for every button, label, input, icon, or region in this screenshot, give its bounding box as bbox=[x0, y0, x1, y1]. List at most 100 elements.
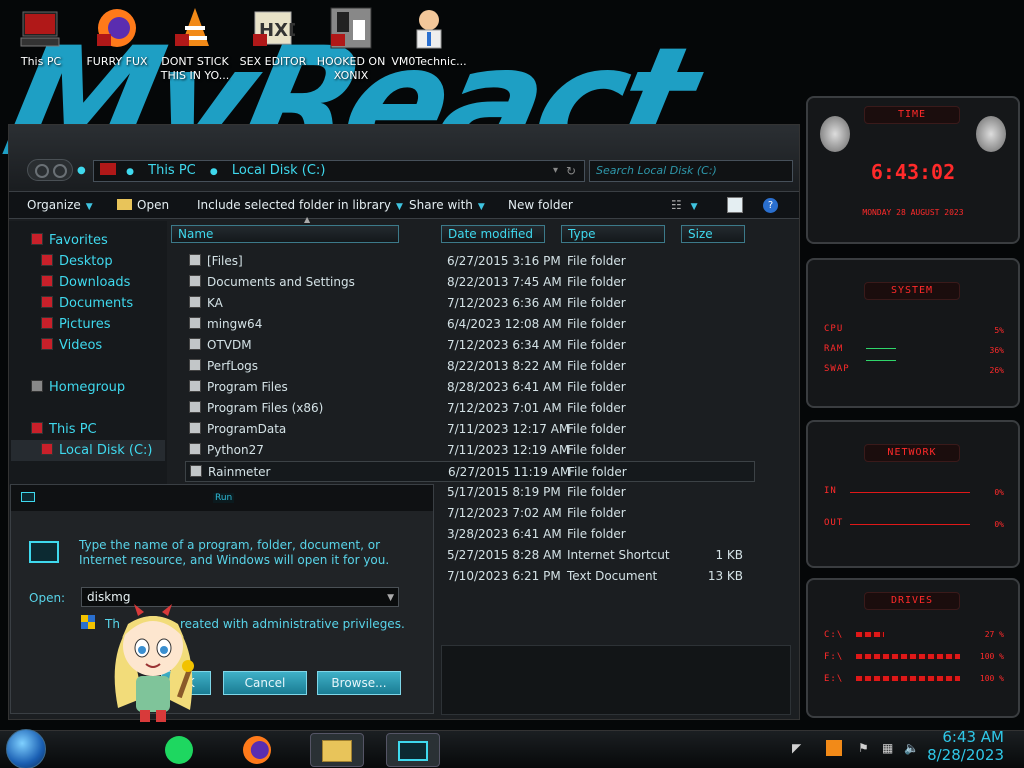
taskbar-explorer[interactable] bbox=[310, 733, 364, 767]
desktop-icon-this-pc[interactable]: This PC bbox=[2, 6, 80, 92]
drive-e-bar bbox=[856, 676, 960, 681]
open-label: Open bbox=[137, 198, 170, 212]
chevron-down-icon: ▼ bbox=[477, 202, 485, 212]
nav-label: Local Disk (C:) bbox=[59, 443, 153, 458]
network-icon[interactable]: ▦ bbox=[882, 741, 893, 755]
desktop-icon-vm0technic[interactable]: VM0Technic... bbox=[390, 6, 468, 92]
breadcrumb-local-disk[interactable]: Local Disk (C:) bbox=[232, 163, 325, 178]
desktop-icon-label: FURRY FUX bbox=[86, 55, 148, 68]
nav-videos[interactable]: Videos bbox=[41, 338, 102, 353]
file-date: 6/27/2015 3:16 PM bbox=[447, 254, 561, 268]
nav-this-pc[interactable]: This PC bbox=[31, 422, 97, 437]
file-row[interactable]: PerfLogs 8/22/2013 8:22 AM File folder bbox=[185, 356, 755, 377]
organize-label: Organize bbox=[27, 198, 81, 212]
nav-downloads[interactable]: Downloads bbox=[41, 275, 130, 290]
nav-favorites[interactable]: Favorites bbox=[31, 233, 108, 248]
nav-documents[interactable]: Documents bbox=[41, 296, 133, 311]
new-folder-button[interactable]: New folder bbox=[508, 198, 573, 212]
back-forward-buttons[interactable] bbox=[27, 159, 73, 181]
file-name: Program Files bbox=[207, 380, 288, 394]
desktop-icon-furry-fux[interactable]: FURRY FUX bbox=[78, 6, 156, 92]
search-input[interactable]: Search Local Disk (C:) bbox=[589, 160, 793, 182]
computer-icon bbox=[31, 422, 43, 434]
show-hidden-icons-icon[interactable]: ◤ bbox=[792, 741, 801, 755]
command-bar: Organize ▼ Open Include selected folder i… bbox=[9, 191, 799, 219]
nav-local-disk[interactable]: Local Disk (C:) bbox=[11, 440, 165, 461]
preview-pane-icon[interactable] bbox=[727, 197, 743, 213]
refresh-icon[interactable]: ↻ bbox=[566, 161, 576, 181]
file-row[interactable]: OTVDM 7/12/2023 6:34 AM File folder bbox=[185, 335, 755, 356]
file-row[interactable]: Program Files (x86) 7/12/2023 7:01 AM File… bbox=[185, 398, 755, 419]
drive-icon bbox=[41, 443, 53, 455]
homegroup-icon bbox=[31, 380, 43, 392]
nav-homegroup[interactable]: Homegroup bbox=[31, 380, 125, 395]
view-options-icon[interactable]: ☷ ▼ bbox=[671, 198, 698, 212]
taskbar: ◤ ⚑ ▦ 🔈 6:43 AM 8/28/2023 bbox=[0, 728, 1024, 768]
folder-icon bbox=[190, 465, 202, 477]
downloads-icon bbox=[41, 275, 53, 287]
browse-button[interactable]: Browse... bbox=[317, 671, 401, 695]
file-date: 8/22/2013 7:45 AM bbox=[447, 275, 562, 289]
taskbar-clock[interactable]: 6:43 AM 8/28/2023 bbox=[927, 728, 1004, 764]
breadcrumb-this-pc[interactable]: This PC bbox=[148, 163, 196, 178]
file-row[interactable]: ProgramData 7/11/2023 12:17 AM File folder bbox=[185, 419, 755, 440]
file-name: ProgramData bbox=[207, 422, 287, 436]
file-row[interactable]: mingw64 6/4/2023 12:08 AM File folder bbox=[185, 314, 755, 335]
address-bar[interactable]: ● This PC ● Local Disk (C:) ▾ ↻ bbox=[93, 160, 585, 182]
desktop-icon-dont-stick[interactable]: DONT STICK THIS IN YO... bbox=[156, 6, 234, 92]
column-type[interactable]: Type bbox=[561, 225, 665, 243]
start-orb-button[interactable] bbox=[6, 729, 46, 768]
volume-icon[interactable]: 🔈 bbox=[904, 741, 919, 755]
cancel-button[interactable]: Cancel bbox=[223, 671, 307, 695]
in-label: IN bbox=[824, 486, 837, 496]
column-size[interactable]: Size bbox=[681, 225, 745, 243]
app-tray-icon[interactable] bbox=[826, 740, 842, 756]
run-title: Run bbox=[213, 493, 235, 503]
taskbar-run[interactable] bbox=[386, 733, 440, 767]
file-name: PerfLogs bbox=[207, 359, 259, 373]
desktop-icon-sex-editor[interactable]: HXD SEX EDITOR bbox=[234, 6, 312, 92]
taskbar-firefox[interactable] bbox=[230, 733, 284, 767]
run-icon bbox=[398, 741, 428, 761]
file-type: File folder bbox=[568, 465, 627, 479]
file-row[interactable]: [Files] 6/27/2015 3:16 PM File folder bbox=[185, 251, 755, 272]
open-button[interactable]: Open bbox=[117, 198, 169, 212]
organize-button[interactable]: Organize ▼ bbox=[27, 198, 93, 212]
drive-f-value: 100 % bbox=[979, 652, 1004, 661]
nav-desktop[interactable]: Desktop bbox=[41, 254, 113, 269]
column-name[interactable]: Name bbox=[171, 225, 399, 243]
run-icon bbox=[21, 492, 35, 502]
computer-icon bbox=[100, 163, 116, 175]
chevron-down-icon[interactable]: ▼ bbox=[387, 589, 394, 607]
chevron-right-icon: ● bbox=[126, 167, 134, 177]
chevron-down-icon[interactable]: ▾ bbox=[553, 161, 558, 181]
help-icon[interactable]: ? bbox=[763, 198, 778, 213]
file-row[interactable]: Documents and Settings 8/22/2013 7:45 AM F… bbox=[185, 272, 755, 293]
file-type: File folder bbox=[567, 359, 626, 373]
desktop-icon-label: VM0Technic... bbox=[391, 55, 467, 68]
ram-graph bbox=[866, 348, 896, 349]
taskbar-spotify[interactable] bbox=[152, 733, 206, 767]
share-with-button[interactable]: Share with ▼ bbox=[409, 198, 485, 212]
nav-label: Pictures bbox=[59, 317, 111, 332]
file-row[interactable]: Program Files 8/28/2023 6:41 AM File folde… bbox=[185, 377, 755, 398]
file-date: 7/10/2023 6:21 PM bbox=[447, 569, 561, 583]
drive-c-label: C:\ bbox=[824, 630, 844, 640]
run-titlebar[interactable]: Run bbox=[11, 485, 433, 511]
file-row[interactable]: Rainmeter 6/27/2015 11:19 AM File folder bbox=[185, 461, 755, 482]
swap-value: 26% bbox=[989, 366, 1004, 375]
column-date[interactable]: Date modified bbox=[441, 225, 545, 243]
in-value: 0% bbox=[994, 488, 1004, 497]
person-icon bbox=[407, 6, 451, 50]
file-row[interactable]: Python27 7/11/2023 12:19 AM File folder bbox=[185, 440, 755, 461]
run-dialog: Run Type the name of a program, folder, … bbox=[10, 484, 434, 714]
include-label: Include selected folder in library bbox=[197, 198, 391, 212]
file-date: 3/28/2023 6:41 AM bbox=[447, 527, 562, 541]
nav-pictures[interactable]: Pictures bbox=[41, 317, 110, 332]
desktop-icon-xonix[interactable]: HOOKED ON XONIX bbox=[312, 6, 390, 92]
computer-icon bbox=[19, 6, 63, 50]
file-row[interactable]: KA 7/12/2023 6:36 AM File folder bbox=[185, 293, 755, 314]
include-in-library-button[interactable]: Include selected folder in library ▼ bbox=[197, 198, 403, 212]
flag-icon[interactable]: ⚑ bbox=[858, 741, 869, 755]
recent-pages-icon[interactable]: ● bbox=[77, 165, 86, 176]
